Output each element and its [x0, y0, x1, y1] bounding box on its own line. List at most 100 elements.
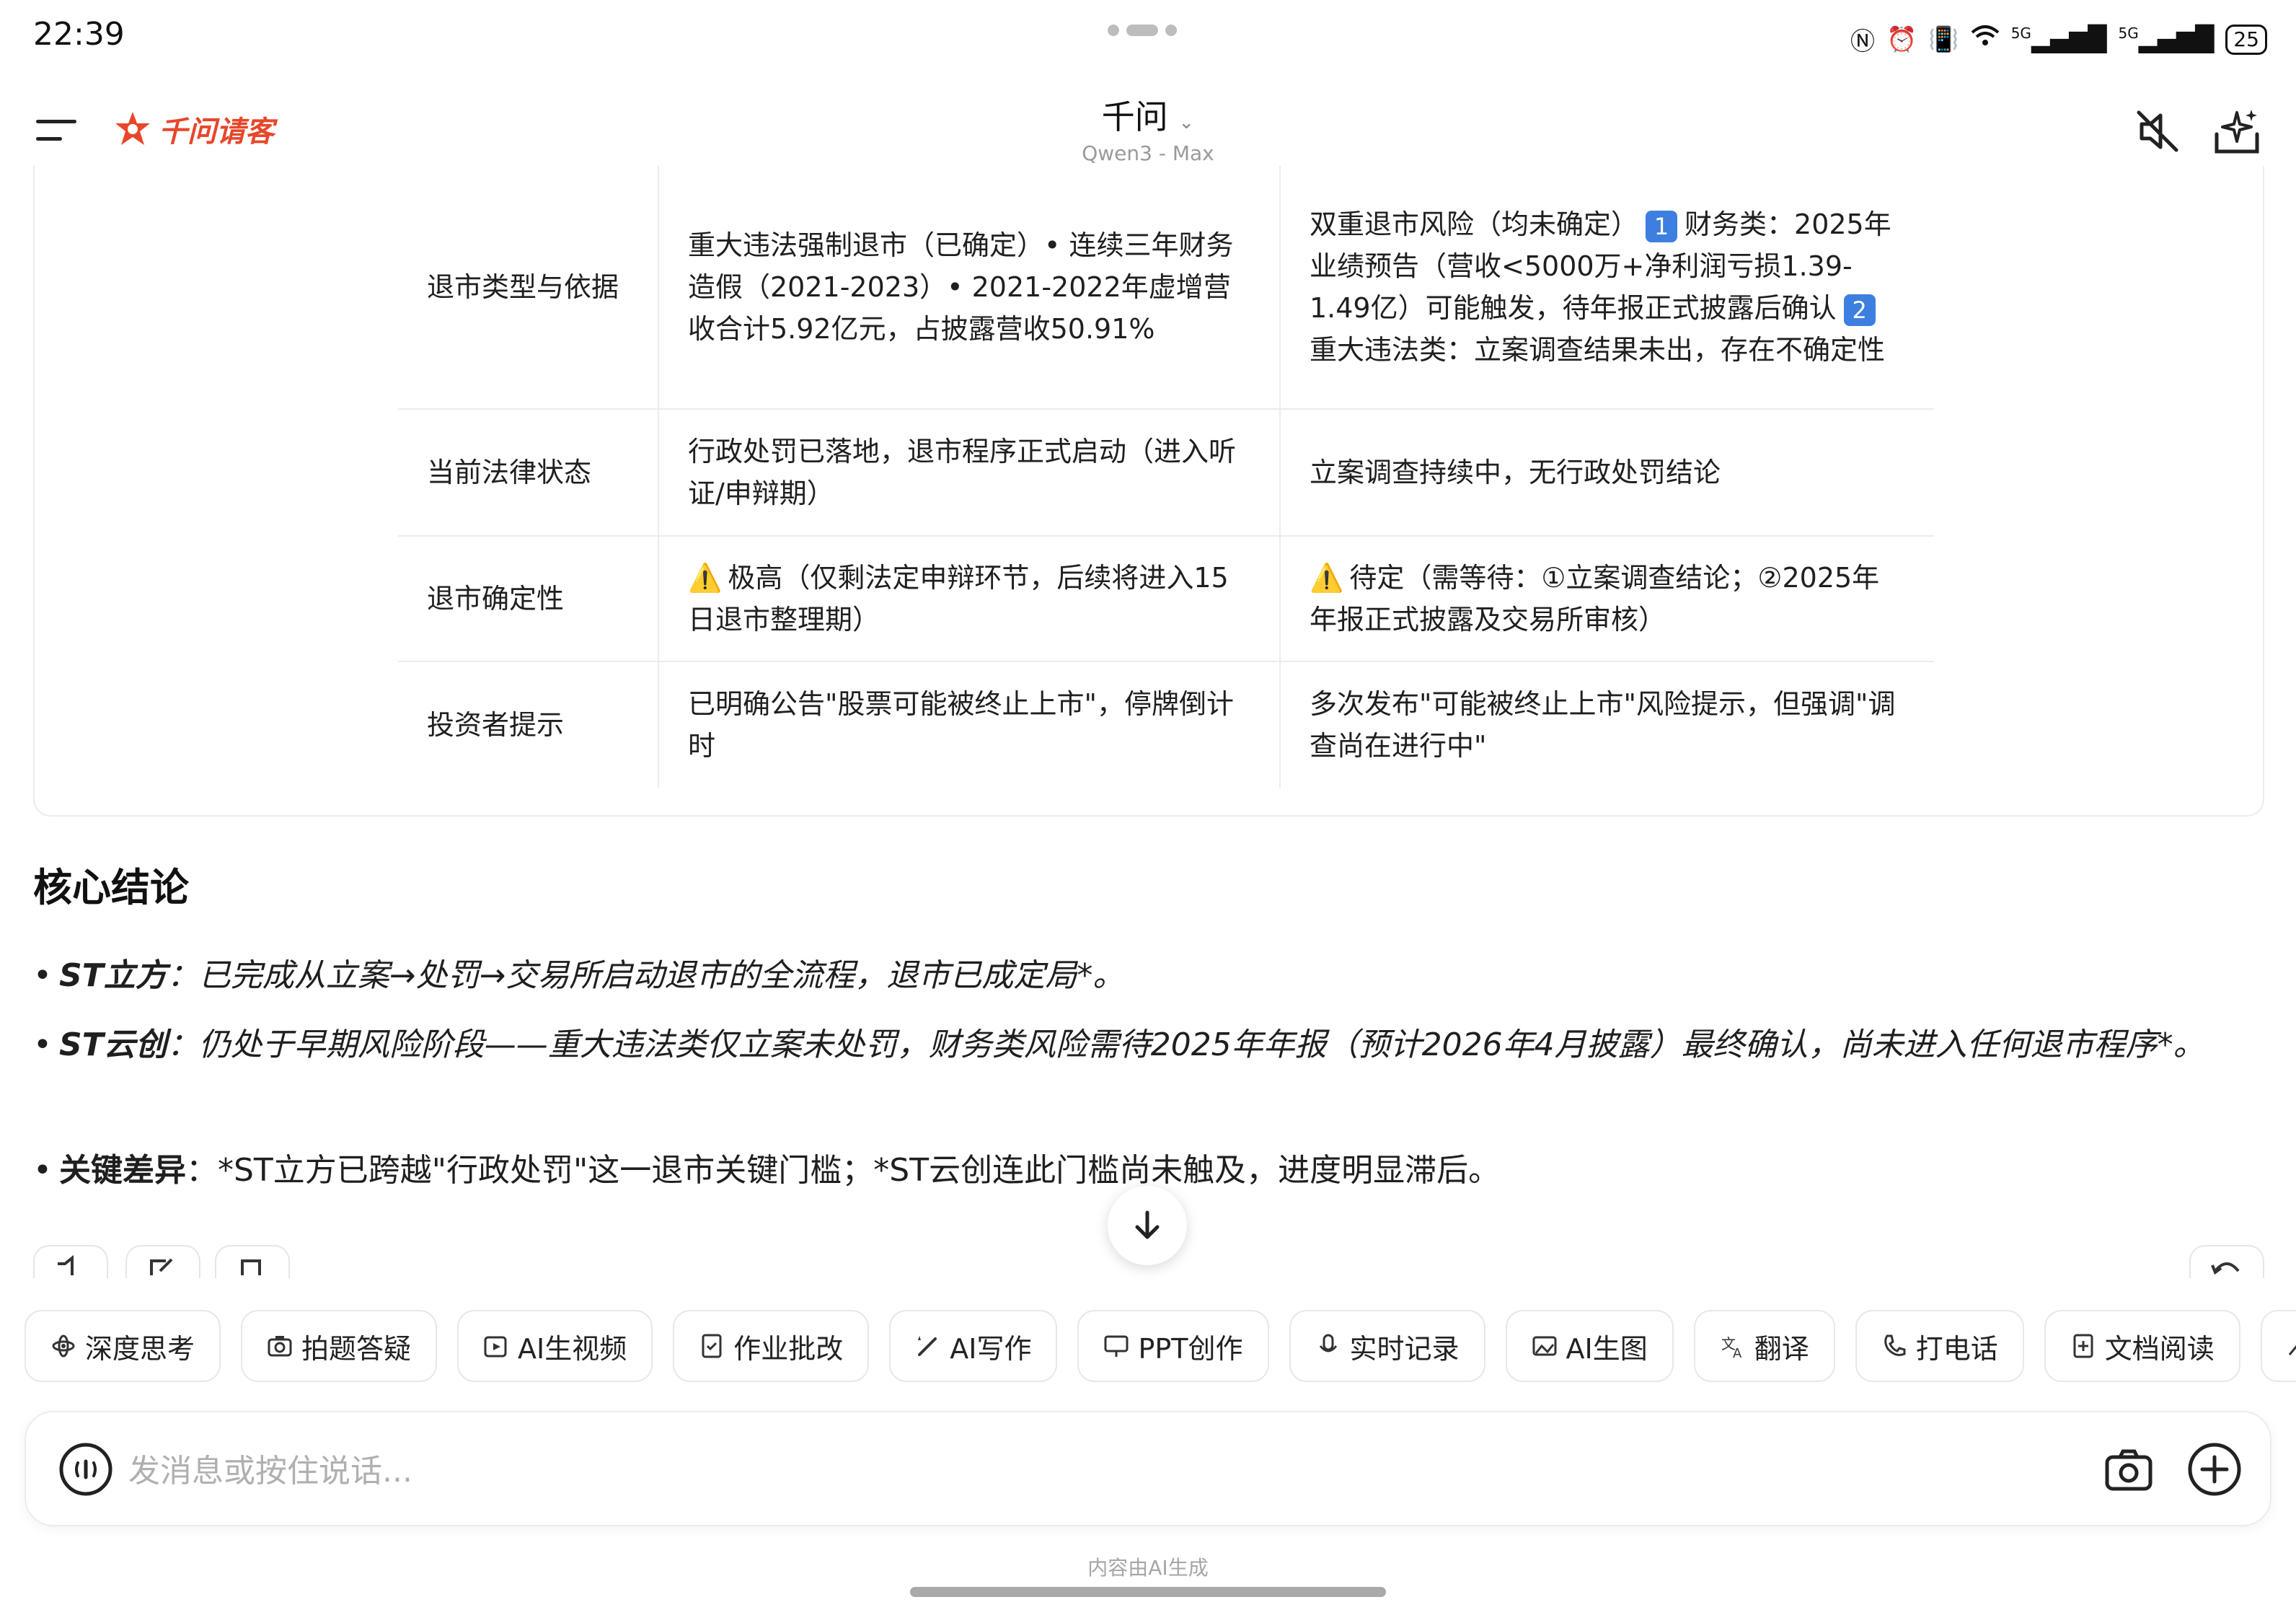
- mic-icon: [1319, 1334, 1337, 1352]
- table-row: 退市确定性 ⚠️ 极高（仅剩法定申辩环节，后续将进入15日退市整理期） ⚠️ 待定（…: [398, 537, 1934, 662]
- tool-label: PPT创作: [1138, 1332, 1243, 1365]
- comparison-table-card: 退市类型与依据 重大违法强制退市（已确定）• 连续三年财务造假（2021-202…: [33, 166, 2264, 817]
- signal-icon-2: 5G▂▄▆█: [2118, 25, 2215, 54]
- nfc-icon: Ⓝ: [1850, 27, 1876, 56]
- presentation-icon: [1104, 1335, 1129, 1357]
- message-input[interactable]: [127, 1440, 2005, 1502]
- tool-label: 拍题答疑: [301, 1332, 412, 1365]
- table-row: 退市类型与依据 重大违法强制退市（已确定）• 连续三年财务造假（2021-202…: [398, 166, 1934, 410]
- bullet-dot: •: [33, 957, 52, 994]
- home-indicator[interactable]: [910, 1587, 1386, 1597]
- add-attachment-button[interactable]: [2186, 1441, 2243, 1497]
- row-label: 投资者提示: [427, 709, 565, 741]
- atom-icon: [52, 1334, 75, 1358]
- chevron-down-icon: ⌄: [1178, 112, 1195, 133]
- ai-disclaimer: 内容由AI生成: [1087, 1556, 1209, 1580]
- menu-icon[interactable]: [36, 115, 79, 144]
- scroll-to-bottom-button[interactable]: [1108, 1186, 1187, 1265]
- window-handle[interactable]: [1108, 25, 1177, 36]
- tool-doc-reading[interactable]: 文档阅读: [2044, 1310, 2240, 1382]
- bullet-label: 关键差异: [59, 1152, 186, 1189]
- cell-text: 双重退市风险（均未确定）: [1310, 208, 1639, 240]
- table-row: 投资者提示 已明确公告"股票可能被终止上市"，停牌倒计时 多次发布"可能被终止上…: [398, 662, 1934, 788]
- model-name: Qwen3 - Max: [1082, 141, 1214, 165]
- cell-text: 极高（仅剩法定申辩环节，后续将进入15日退市整理期）: [688, 562, 1229, 635]
- tool-homework-check[interactable]: 作业批改: [673, 1310, 870, 1382]
- bullet-text: ：*ST立方已跨越"行政处罚"这一退市关键门槛；*ST云创连此门槛尚未触及，进度…: [186, 1152, 1501, 1189]
- model-selector[interactable]: 千问 ⌄: [1010, 91, 1286, 138]
- table-cell: 行政处罚已落地，退市程序正式启动（进入听证/申辩期）: [658, 410, 1281, 535]
- tool-ai-image[interactable]: AI生图: [1505, 1310, 1674, 1382]
- chart-icon: [2288, 1345, 2296, 1355]
- bullet-dot: •: [33, 1152, 52, 1189]
- tool-phone-call[interactable]: 打电话: [1855, 1310, 2024, 1382]
- battery-level: 25: [2233, 27, 2259, 51]
- tool-translate[interactable]: 文A 翻译: [1693, 1310, 1835, 1382]
- brand-logo[interactable]: 千问请客: [114, 108, 274, 150]
- number-badge-2: 2: [1843, 294, 1876, 326]
- handle-dot: [1126, 25, 1158, 36]
- tool-label: 打电话: [1915, 1332, 1998, 1365]
- table-cell: 双重退市风险（均未确定） 1 财务类：2025年业绩预告（营收<5000万+净利润亏…: [1281, 166, 1934, 408]
- bullet-label: ST立方: [59, 957, 167, 994]
- comparison-table: 退市类型与依据 重大违法强制退市（已确定）• 连续三年财务造假（2021-202…: [398, 166, 1934, 788]
- table-row: 当前法律状态 行政处罚已落地，退市程序正式启动（进入听证/申辩期） 立案调查持续…: [398, 410, 1934, 537]
- camera-icon: [268, 1336, 292, 1357]
- tool-label: 实时记录: [1349, 1332, 1460, 1365]
- bullet-label: ST云创: [59, 1026, 167, 1063]
- row-label: 退市类型与依据: [427, 271, 619, 303]
- list-item: • ST立方：已完成从立案→处罚→交易所启动退市的全流程，退市已成定局*。: [33, 942, 2240, 1010]
- warning-icon: ⚠️: [1310, 562, 1344, 594]
- tool-label: 深度思考: [85, 1332, 195, 1365]
- tool-chip-bar[interactable]: 深度思考 拍题答疑 AI生视频 作业批改 AI写作 PPT创作 实时记录 AI生…: [25, 1310, 2296, 1382]
- speaker-mute-icon[interactable]: [2132, 105, 2184, 157]
- camera-button[interactable]: [2103, 1444, 2155, 1496]
- row-label: 当前法律状态: [427, 457, 592, 488]
- actions-mask: [0, 1278, 2296, 1298]
- tool-ai-chart[interactable]: AI: [2260, 1310, 2296, 1382]
- tool-ai-video[interactable]: AI生视频: [457, 1310, 653, 1382]
- tool-label: 文档阅读: [2104, 1332, 2215, 1365]
- tool-live-record[interactable]: 实时记录: [1289, 1310, 1485, 1382]
- warning-icon: ⚠️: [688, 562, 723, 594]
- bullet-text: ：已完成从立案→处罚→交易所启动退市的全流程，退市已成定局*。: [167, 957, 1125, 994]
- table-cell: 重大违法强制退市（已确定）• 连续三年财务造假（2021-2023）• 2021…: [658, 166, 1281, 408]
- new-chat-sparkle-icon[interactable]: [2211, 105, 2263, 157]
- tool-label: AI生视频: [518, 1332, 627, 1365]
- translate-icon: 文A: [1721, 1335, 1742, 1359]
- table-cell: ⚠️ 待定（需等待：①立案调查结论；②2025年年报正式披露及交易所审核）: [1281, 537, 1934, 661]
- number-badge-1: 1: [1646, 210, 1678, 242]
- phone-icon: [1884, 1334, 1906, 1356]
- table-cell: ⚠️ 极高（仅剩法定申辩环节，后续将进入15日退市整理期）: [658, 537, 1281, 661]
- video-icon: [484, 1336, 507, 1358]
- tool-label: 作业批改: [733, 1332, 844, 1365]
- bullet-dot: •: [33, 1026, 52, 1063]
- handle-dot: [1165, 25, 1177, 36]
- voice-input-button[interactable]: [58, 1441, 114, 1497]
- tool-label: AI生图: [1566, 1332, 1648, 1365]
- doc-icon: [2073, 1334, 2093, 1358]
- alarm-icon: ⏰: [1886, 25, 1917, 54]
- tool-photo-qa[interactable]: 拍题答疑: [241, 1310, 438, 1382]
- arrow-down-icon: [1135, 1210, 1160, 1239]
- table-cell: 已明确公告"股票可能被终止上市"，停牌倒计时: [658, 662, 1281, 788]
- tool-deep-thinking[interactable]: 深度思考: [25, 1310, 221, 1382]
- page-title: 千问: [1101, 97, 1168, 136]
- section-title: 核心结论: [33, 865, 189, 910]
- handle-dot: [1108, 25, 1119, 36]
- table-cell: 多次发布"可能被终止上市"风险提示，但强调"调查尚在进行中": [1310, 688, 1896, 762]
- tool-ppt-create[interactable]: PPT创作: [1077, 1310, 1269, 1382]
- wifi-icon: [1971, 24, 2000, 55]
- check-doc-icon: [702, 1334, 722, 1358]
- logo-star-icon: [115, 112, 150, 145]
- cell-text: 待定（需等待：①立案调查结论；②2025年年报正式披露及交易所审核）: [1310, 562, 1880, 635]
- camera-icon: [2105, 1449, 2152, 1491]
- bullet-text: ：仍处于早期风险阶段——重大违法类仅立案未处罚，财务类风险需待2025年年报（预…: [167, 1026, 2205, 1063]
- voice-wave-icon: [59, 1443, 112, 1496]
- cell-text: 重大违法类：立案调查结果未出，存在不确定性: [1310, 334, 1886, 366]
- list-item: • ST云创：仍处于早期风险阶段——重大违法类仅立案未处罚，财务类风险需待2025…: [33, 1011, 2240, 1079]
- status-time: 22:39: [33, 16, 125, 53]
- logo-text: 千问请客: [159, 115, 274, 149]
- tool-ai-writing[interactable]: AI写作: [889, 1310, 1058, 1382]
- signal-icon: 5G▂▄▆█: [2010, 25, 2107, 54]
